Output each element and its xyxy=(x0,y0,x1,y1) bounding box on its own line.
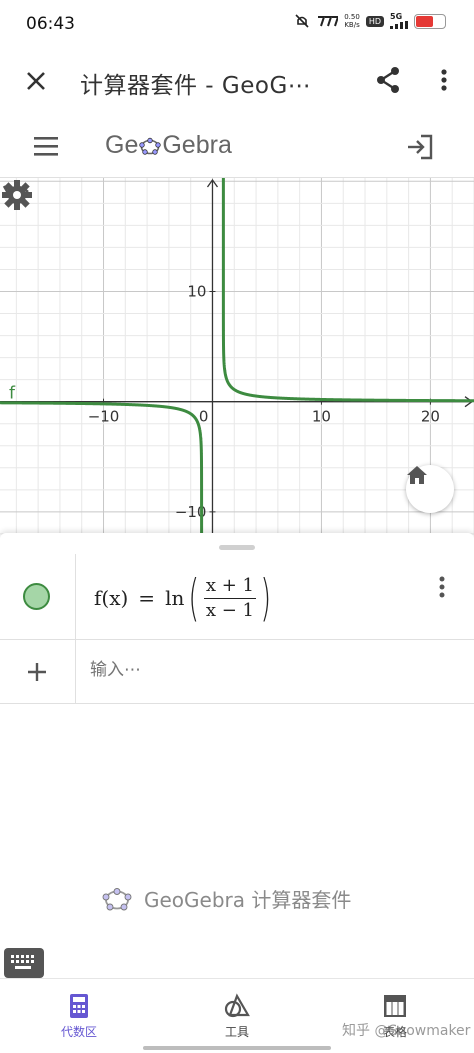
calculator-icon xyxy=(70,994,88,1018)
formula-fn: ln xyxy=(165,586,185,610)
formula-lhs: f(x) xyxy=(94,586,129,610)
table-icon xyxy=(384,995,406,1017)
more-vertical-icon[interactable] xyxy=(432,64,456,96)
item-menu-icon[interactable] xyxy=(432,572,452,602)
suite-brand-text: GeoGebra 计算器套件 xyxy=(144,888,352,912)
keyboard-toggle[interactable] xyxy=(4,948,44,978)
bottom-nav: 代数区 工具 表格 xyxy=(0,978,474,1053)
y-tick-label: 10 xyxy=(187,282,206,300)
plus-column xyxy=(0,640,76,704)
nav-label: 代数区 xyxy=(60,1025,97,1039)
home-icon xyxy=(407,466,427,484)
page-title: 计算器套件 - GeoG⋯ xyxy=(80,73,312,99)
close-icon[interactable] xyxy=(20,65,52,97)
share-icon[interactable] xyxy=(373,64,405,96)
nav-table[interactable]: 表格 xyxy=(316,979,474,1053)
nav-label: 工具 xyxy=(224,1025,249,1039)
drag-handle[interactable] xyxy=(219,545,255,550)
status-time: 06:43 xyxy=(26,14,75,34)
formula-denominator: x − 1 xyxy=(205,599,254,621)
signal-icon xyxy=(390,21,408,29)
logo-text-end: Gebra xyxy=(162,131,232,159)
signal-type: 5G xyxy=(390,12,403,21)
visibility-toggle[interactable] xyxy=(23,583,50,610)
gear-icon[interactable] xyxy=(0,178,34,212)
geogebra-logo-icon xyxy=(139,137,162,155)
mute-icon xyxy=(295,14,309,28)
battery-icon xyxy=(414,13,446,29)
home-button[interactable] xyxy=(406,465,454,513)
formula-equals: = xyxy=(138,586,156,610)
nav-algebra[interactable]: 代数区 xyxy=(0,979,158,1053)
nav-tools[interactable]: 工具 xyxy=(158,979,316,1053)
status-bar: 06:43 0.50 KB/s HD 5G xyxy=(0,0,474,46)
formula-fraction: x + 1 x − 1 xyxy=(203,574,256,623)
net-speed: 0.50 KB/s xyxy=(344,13,360,29)
sign-in-icon[interactable] xyxy=(404,132,436,162)
status-icons: 0.50 KB/s HD 5G xyxy=(294,13,446,29)
geogebra-logo: Ge Gebra xyxy=(105,131,232,160)
x-tick-label: −10 xyxy=(88,408,120,426)
suite-brand: GeoGebra 计算器套件 xyxy=(102,884,351,913)
x-tick-label: 20 xyxy=(421,408,440,426)
geogebra-suite-icon xyxy=(102,887,132,910)
app-bar: 计算器套件 - GeoG⋯ xyxy=(0,46,474,116)
signal-indicator: 5G xyxy=(390,13,408,29)
formula-numerator: x + 1 xyxy=(203,574,256,599)
x-tick-label: 10 xyxy=(312,408,331,426)
tools-icon xyxy=(224,993,250,1018)
geogebra-header: Ge Gebra xyxy=(0,116,474,178)
algebra-input-row xyxy=(0,640,474,704)
function-label: f xyxy=(9,384,16,404)
marble-column xyxy=(0,554,76,640)
algebra-item-f[interactable]: f(x) = ln ( x + 1 x − 1 ) xyxy=(0,554,474,640)
x-tick-label: 0 xyxy=(199,408,209,426)
function-curve xyxy=(221,178,474,403)
function-formula[interactable]: f(x) = ln ( x + 1 x − 1 ) xyxy=(94,568,276,628)
hamburger-icon[interactable] xyxy=(32,134,62,160)
plus-icon[interactable] xyxy=(22,657,52,687)
logo-text-start: Ge xyxy=(105,131,139,159)
gesture-bar[interactable] xyxy=(143,1046,331,1050)
right-paren: ) xyxy=(260,569,272,627)
graphics-view[interactable]: −10 0 10 20 −10 10 f xyxy=(0,178,474,535)
left-paren: ( xyxy=(188,569,200,627)
keyboard-icon xyxy=(11,955,34,969)
algebra-panel: f(x) = ln ( x + 1 x − 1 ) GeoGebra 计算器套件 xyxy=(0,533,474,978)
vibrate-icon xyxy=(318,16,339,27)
algebra-input[interactable] xyxy=(90,660,450,680)
hd-badge: HD xyxy=(365,15,384,27)
watermark: 知乎 @Snowmaker xyxy=(342,1023,471,1039)
function-plot[interactable]: −10 0 10 20−1010f xyxy=(0,178,474,535)
